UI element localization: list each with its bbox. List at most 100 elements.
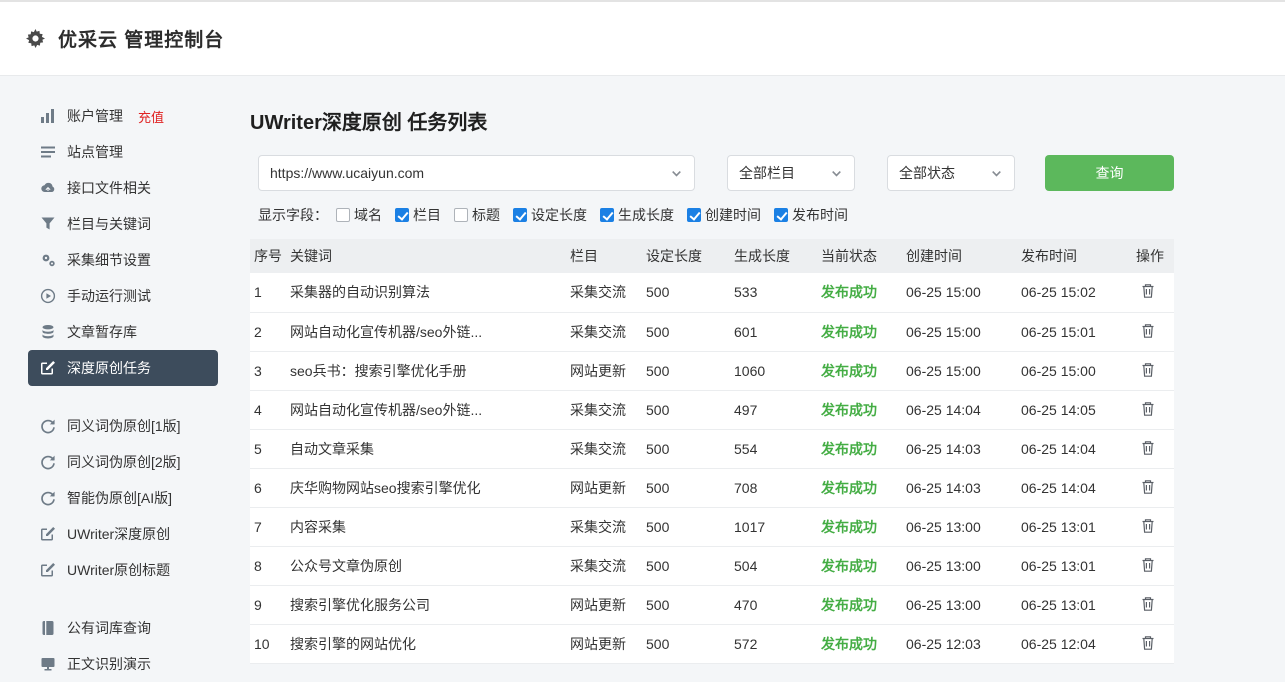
display-fields-row: 显示字段： 域名 栏目标题设定长度生成长度 创建时间发布时间 xyxy=(258,205,1285,225)
field-checkbox[interactable]: 创建时间 xyxy=(687,205,761,225)
cell-published: 06-25 13:01 xyxy=(1017,546,1132,585)
sidebar-item[interactable]: 采集细节设置 xyxy=(28,242,218,278)
checkbox-icon[interactable] xyxy=(600,208,614,222)
sidebar-item[interactable]: 接口文件相关 xyxy=(28,170,218,206)
edit-square-icon xyxy=(40,562,56,578)
cell-gen-length: 554 xyxy=(730,429,817,468)
list-icon xyxy=(40,144,56,160)
sidebar-item[interactable]: UWriter原创标题 xyxy=(28,552,218,588)
checkbox-icon[interactable] xyxy=(336,208,350,222)
trash-icon[interactable] xyxy=(1140,556,1156,573)
field-checkbox[interactable]: 发布时间 xyxy=(774,205,848,225)
sidebar-item[interactable]: 公有词库查询 xyxy=(28,610,218,646)
sidebar-item[interactable]: UWriter深度原创 xyxy=(28,516,218,552)
field-checkbox[interactable]: 标题 xyxy=(454,205,500,225)
cell-no: 7 xyxy=(250,507,286,546)
trash-icon[interactable] xyxy=(1140,439,1156,456)
sidebar-item-label: 手动运行测试 xyxy=(67,286,151,306)
trash-icon[interactable] xyxy=(1140,634,1156,651)
cell-no: 1 xyxy=(250,273,286,312)
field-checkbox[interactable]: 栏目 xyxy=(395,205,441,225)
table-row: 8公众号文章伪原创采集交流500504发布成功06-25 13:0006-25 … xyxy=(250,546,1174,585)
gears-icon xyxy=(40,252,56,268)
checkbox-icon[interactable] xyxy=(395,208,409,222)
sidebar-item[interactable]: 正文识别演示 xyxy=(28,646,218,682)
sidebar-item[interactable]: 同义词伪原创[2版] xyxy=(28,444,218,480)
sidebar-item-label: 深度原创任务 xyxy=(67,358,151,378)
column-header: 序号 xyxy=(250,239,286,273)
sidebar-item-label: 智能伪原创[AI版] xyxy=(67,488,172,508)
sidebar-item[interactable]: 文章暂存库 xyxy=(28,314,218,350)
cell-column: 采集交流 xyxy=(566,390,642,429)
database-icon xyxy=(40,324,56,340)
column-header: 创建时间 xyxy=(902,239,1017,273)
trash-icon[interactable] xyxy=(1140,595,1156,612)
sidebar-item-label: 同义词伪原创[2版] xyxy=(67,452,181,472)
recharge-badge[interactable]: 充值 xyxy=(138,107,164,126)
sidebar-item[interactable]: 手动运行测试 xyxy=(28,278,218,314)
sidebar-group: 账户管理充值站点管理接口文件相关栏目与关键词采集细节设置手动运行测试文章暂存库深… xyxy=(0,98,250,386)
column-header: 当前状态 xyxy=(817,239,902,273)
checkbox-label: 创建时间 xyxy=(705,205,761,225)
cell-set-length: 500 xyxy=(642,468,730,507)
chevron-down-icon xyxy=(990,167,1003,180)
sidebar-item[interactable]: 深度原创任务 xyxy=(28,350,218,386)
column-header: 操作 xyxy=(1132,239,1174,273)
cell-gen-length: 601 xyxy=(730,312,817,351)
sidebar-item-label: 采集细节设置 xyxy=(67,250,151,270)
checkbox-icon[interactable] xyxy=(513,208,527,222)
cell-set-length: 500 xyxy=(642,507,730,546)
field-checkbox[interactable]: 域名 xyxy=(336,205,382,225)
cell-gen-length: 1060 xyxy=(730,351,817,390)
cell-no: 3 xyxy=(250,351,286,390)
column-select[interactable]: 全部栏目 xyxy=(727,155,855,191)
cell-set-length: 500 xyxy=(642,429,730,468)
column-header: 发布时间 xyxy=(1017,239,1132,273)
field-checkbox[interactable]: 生成长度 xyxy=(600,205,674,225)
cell-gen-length: 497 xyxy=(730,390,817,429)
checkbox-icon[interactable] xyxy=(774,208,788,222)
trash-icon[interactable] xyxy=(1140,478,1156,495)
app-title: 优采云 管理控制台 xyxy=(58,25,224,52)
cell-keyword: 搜索引擎的网站优化 xyxy=(286,624,566,663)
cell-actions xyxy=(1132,390,1174,429)
trash-icon[interactable] xyxy=(1140,361,1156,378)
site-select[interactable]: https://www.ucaiyun.com xyxy=(258,155,695,191)
sidebar-item-label: 账户管理 xyxy=(67,106,123,126)
trash-icon[interactable] xyxy=(1140,517,1156,534)
sidebar-item[interactable]: 站点管理 xyxy=(28,134,218,170)
cell-published: 06-25 13:01 xyxy=(1017,585,1132,624)
cell-status: 发布成功 xyxy=(817,624,902,663)
trash-icon[interactable] xyxy=(1140,400,1156,417)
column-header: 生成长度 xyxy=(730,239,817,273)
table-row: 3seo兵书：搜索引擎优化手册网站更新5001060发布成功06-25 15:0… xyxy=(250,351,1174,390)
cell-actions xyxy=(1132,624,1174,663)
cell-column: 网站更新 xyxy=(566,585,642,624)
trash-icon[interactable] xyxy=(1140,282,1156,299)
fields-label: 显示字段： xyxy=(258,205,328,225)
sidebar-item[interactable]: 账户管理充值 xyxy=(28,98,218,134)
cell-published: 06-25 15:01 xyxy=(1017,312,1132,351)
sidebar-item[interactable]: 栏目与关键词 xyxy=(28,206,218,242)
cell-published: 06-25 14:05 xyxy=(1017,390,1132,429)
monitor-icon xyxy=(40,656,56,672)
sidebar-item[interactable]: 同义词伪原创[1版] xyxy=(28,408,218,444)
header: 优采云 管理控制台 xyxy=(0,0,1285,76)
cell-created: 06-25 15:00 xyxy=(902,351,1017,390)
cell-actions xyxy=(1132,429,1174,468)
field-checkbox[interactable]: 设定长度 xyxy=(513,205,587,225)
refresh-icon xyxy=(40,418,56,434)
cell-created: 06-25 12:03 xyxy=(902,624,1017,663)
cell-status: 发布成功 xyxy=(817,546,902,585)
cell-column: 采集交流 xyxy=(566,507,642,546)
cell-no: 4 xyxy=(250,390,286,429)
checkbox-icon[interactable] xyxy=(687,208,701,222)
status-select[interactable]: 全部状态 xyxy=(887,155,1015,191)
cell-keyword: 网站自动化宣传机器/seo外链... xyxy=(286,312,566,351)
trash-icon[interactable] xyxy=(1140,322,1156,339)
query-button[interactable]: 查询 xyxy=(1045,155,1174,191)
cell-set-length: 500 xyxy=(642,624,730,663)
checkbox-icon[interactable] xyxy=(454,208,468,222)
sidebar-item[interactable]: 智能伪原创[AI版] xyxy=(28,480,218,516)
checkbox-label: 栏目 xyxy=(413,205,441,225)
